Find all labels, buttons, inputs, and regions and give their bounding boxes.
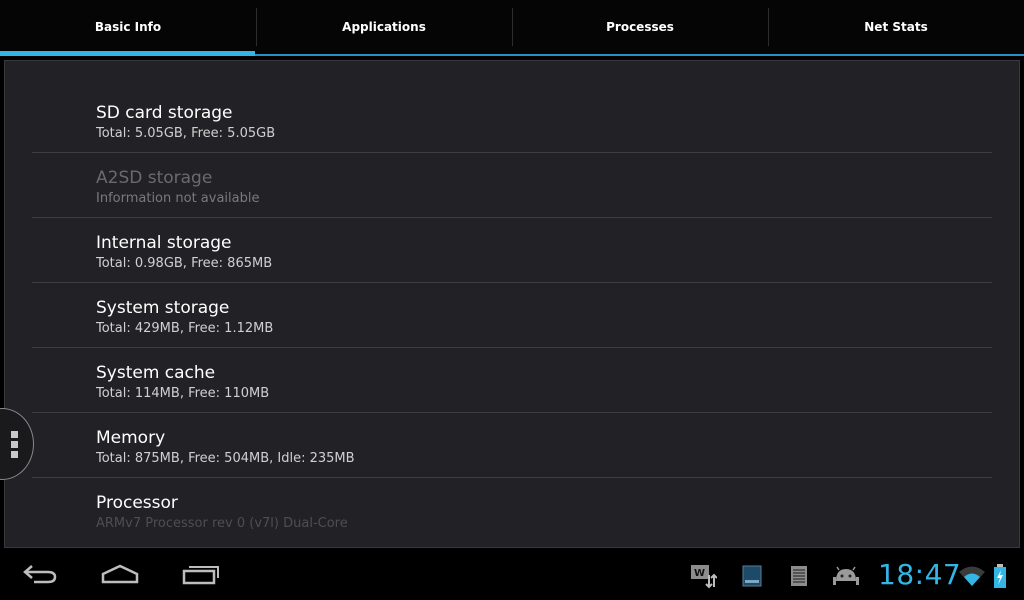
battery-charging-icon[interactable] bbox=[990, 562, 1010, 590]
usb-debug-icon[interactable]: W bbox=[688, 562, 718, 590]
back-button[interactable] bbox=[10, 558, 70, 594]
item-title: Memory bbox=[96, 428, 166, 448]
list-item-internal-storage[interactable]: Internal storage Total: 0.98GB, Free: 86… bbox=[32, 218, 992, 283]
item-subtitle: Information not available bbox=[96, 191, 260, 206]
item-subtitle: Total: 0.98GB, Free: 865MB bbox=[96, 256, 273, 271]
tab-processes[interactable]: Processes bbox=[512, 0, 768, 54]
tab-label: Basic Info bbox=[94, 20, 162, 34]
list-item-memory[interactable]: Memory Total: 875MB, Free: 504MB, Idle: … bbox=[32, 413, 992, 478]
tab-label: Applications bbox=[342, 20, 426, 34]
info-list: SD card storage Total: 5.05GB, Free: 5.0… bbox=[32, 88, 992, 543]
menu-dot-icon bbox=[11, 431, 18, 438]
list-item-system-cache[interactable]: System cache Total: 114MB, Free: 110MB bbox=[32, 348, 992, 413]
item-title: SD card storage bbox=[96, 103, 233, 123]
list-item-a2sd: A2SD storage Information not available bbox=[32, 153, 992, 218]
tab-bar: Basic Info Applications Processes Net St… bbox=[0, 0, 1024, 56]
menu-dot-icon bbox=[11, 441, 18, 448]
recent-apps-icon bbox=[180, 562, 220, 590]
list-item-sd-card[interactable]: SD card storage Total: 5.05GB, Free: 5.0… bbox=[32, 88, 992, 153]
home-button[interactable] bbox=[90, 558, 150, 594]
item-subtitle: Total: 114MB, Free: 110MB bbox=[96, 386, 270, 401]
home-icon bbox=[100, 562, 140, 590]
list-item-processor[interactable]: Processor ARMv7 Processor rev 0 (v7l) Du… bbox=[32, 478, 992, 543]
svg-text:W: W bbox=[694, 568, 705, 579]
tab-applications[interactable]: Applications bbox=[256, 0, 512, 54]
list-item-system-storage[interactable]: System storage Total: 429MB, Free: 1.12M… bbox=[32, 283, 992, 348]
wifi-icon[interactable] bbox=[958, 562, 986, 590]
notes-icon[interactable] bbox=[788, 562, 810, 590]
status-clock: 18:47 bbox=[878, 558, 962, 591]
item-title: System storage bbox=[96, 298, 230, 318]
item-title: Processor bbox=[96, 493, 178, 513]
item-subtitle: Total: 875MB, Free: 504MB, Idle: 235MB bbox=[96, 451, 355, 466]
system-navigation-bar: W bbox=[0, 550, 1024, 600]
item-title: A2SD storage bbox=[96, 168, 213, 188]
item-title: Internal storage bbox=[96, 233, 232, 253]
tab-basic-info[interactable]: Basic Info bbox=[0, 0, 256, 56]
tab-label: Processes bbox=[606, 20, 674, 34]
menu-dot-icon bbox=[11, 451, 18, 458]
item-subtitle: ARMv7 Processor rev 0 (v7l) Dual-Core bbox=[96, 516, 348, 531]
tab-net-stats[interactable]: Net Stats bbox=[768, 0, 1024, 54]
item-title: System cache bbox=[96, 363, 216, 383]
item-subtitle: Total: 5.05GB, Free: 5.05GB bbox=[96, 126, 276, 141]
sd-card-icon[interactable] bbox=[740, 562, 764, 590]
recent-apps-button[interactable] bbox=[170, 558, 230, 594]
tab-label: Net Stats bbox=[864, 20, 928, 34]
info-panel: SD card storage Total: 5.05GB, Free: 5.0… bbox=[4, 60, 1020, 548]
item-subtitle: Total: 429MB, Free: 1.12MB bbox=[96, 321, 274, 336]
back-icon bbox=[20, 562, 60, 590]
android-debug-icon[interactable] bbox=[832, 562, 860, 590]
